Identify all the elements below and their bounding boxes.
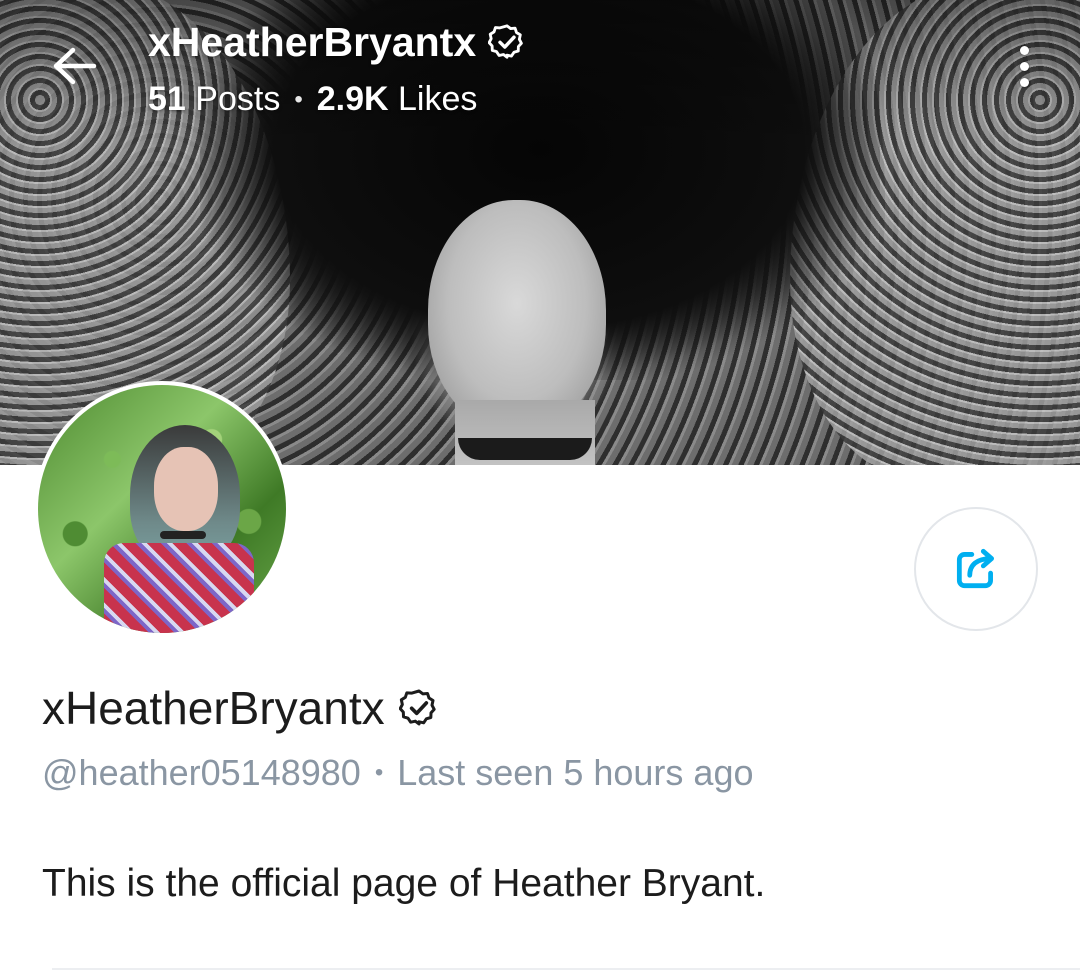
verified-badge-icon: [398, 689, 436, 726]
header-display-name: xHeatherBryantx: [148, 18, 477, 65]
avatar[interactable]: [34, 381, 290, 637]
header-title: xHeatherBryantx: [148, 14, 526, 70]
stats-separator: •: [294, 85, 303, 113]
back-arrow-icon: [53, 47, 97, 85]
share-icon: [956, 548, 995, 589]
profile-meta-row: @heather05148980 • Last seen 5 hours ago: [42, 752, 754, 794]
posts-label: Posts: [195, 80, 281, 118]
likes-count: 2.9K: [316, 80, 389, 118]
cover-choker: [458, 438, 592, 460]
more-vertical-icon-dot-3: [1019, 77, 1029, 87]
more-options-button[interactable]: [1002, 36, 1046, 96]
avatar-photo: [38, 385, 286, 633]
meta-separator: •: [374, 759, 384, 786]
posts-stat: 51 Posts: [148, 80, 280, 119]
likes-label: Likes: [398, 80, 478, 118]
verified-badge-icon: [488, 24, 523, 59]
last-seen-status: Last seen 5 hours ago: [397, 752, 754, 793]
header-stats: 51 Posts • 2.9K Likes: [148, 80, 477, 119]
posts-count: 51: [148, 80, 186, 118]
profile-bio: This is the official page of Heather Bry…: [42, 862, 766, 905]
profile-name-row: xHeatherBryantx: [42, 678, 439, 738]
back-button[interactable]: [46, 38, 102, 94]
likes-stat: 2.9K Likes: [317, 80, 478, 119]
section-divider: [52, 968, 1080, 970]
share-button[interactable]: [914, 507, 1038, 631]
profile-display-name: xHeatherBryantx: [42, 682, 385, 734]
avatar-shawl: [104, 543, 254, 633]
avatar-face: [154, 447, 218, 531]
cover-face: [428, 200, 606, 430]
more-vertical-icon-dot-2: [1019, 61, 1029, 71]
avatar-choker: [160, 531, 206, 539]
profile-username: @heather05148980: [42, 752, 361, 793]
more-vertical-icon-dot-1: [1019, 45, 1029, 55]
